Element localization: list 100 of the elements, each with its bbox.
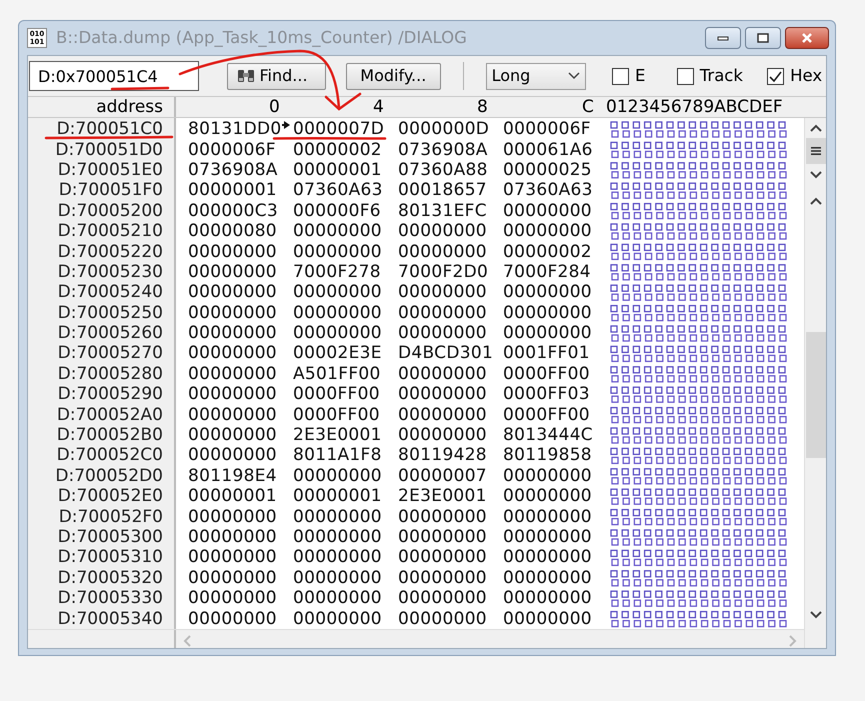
hex-cell: 000000F6 bbox=[293, 202, 381, 219]
hex-cell: 00000000 bbox=[398, 244, 487, 260]
checkbox[interactable]: E bbox=[612, 64, 677, 88]
hex-cell: 00000000 bbox=[503, 223, 592, 240]
address-cell: D:700052A0 bbox=[56, 406, 163, 423]
address-cell: D:70005310 bbox=[58, 549, 163, 566]
hex-cell: 00000025 bbox=[503, 162, 592, 178]
chevron-up-icon bbox=[808, 123, 822, 133]
hex-cell: 00000000 bbox=[188, 386, 277, 402]
hex-cell: 00000000 bbox=[503, 570, 592, 586]
address-cell: D:70005240 bbox=[58, 284, 163, 300]
hex-cell: 00000000 bbox=[293, 468, 382, 484]
address-cell: D:700051E0 bbox=[58, 162, 163, 178]
hex-cell: 00000000 bbox=[188, 366, 277, 382]
hex-cell: 00000000 bbox=[503, 284, 592, 300]
hex-cell: 00000000 bbox=[398, 406, 487, 423]
hex-cell: 07360A88 bbox=[398, 162, 488, 178]
hex-cell: 00000007 bbox=[398, 468, 487, 484]
address-cell: D:700052E0 bbox=[58, 488, 163, 504]
chevron-right-icon bbox=[788, 634, 798, 648]
checkbox[interactable]: Hex bbox=[767, 64, 826, 88]
hex-cell: 00000000 bbox=[398, 284, 487, 300]
hex-cell: 0000007D bbox=[293, 121, 384, 138]
modify-button[interactable]: Modify... bbox=[346, 62, 441, 90]
hex-cell: 00000000 bbox=[503, 304, 592, 321]
checkbox[interactable]: Track bbox=[676, 64, 768, 88]
hex-cell: 00000000 bbox=[293, 549, 382, 566]
maximize-icon bbox=[756, 32, 770, 44]
scroll-thumb[interactable] bbox=[806, 332, 826, 458]
column-header: 0123456789ABCDEF bbox=[605, 96, 783, 118]
hex-cell: 0000FF03 bbox=[503, 386, 590, 402]
hex-cell: 0000FF00 bbox=[293, 386, 380, 402]
column-header: 0 bbox=[269, 97, 280, 118]
hex-cell: 00000000 bbox=[188, 406, 277, 423]
hex-cell: 00000000 bbox=[188, 508, 277, 525]
hex-cell: 00000000 bbox=[293, 570, 382, 586]
hex-cell: 0001FF01 bbox=[503, 345, 590, 362]
hex-cell: 00000000 bbox=[293, 325, 382, 342]
hex-cell: 00000001 bbox=[188, 488, 277, 504]
hex-cell: 00000000 bbox=[293, 508, 382, 525]
hex-cell: 00000000 bbox=[503, 202, 592, 219]
hex-cell: 7000F2D0 bbox=[398, 264, 488, 280]
address-cell: D:70005340 bbox=[58, 610, 163, 627]
close-icon bbox=[800, 32, 814, 44]
close-button[interactable] bbox=[785, 27, 829, 49]
format-dropdown[interactable]: Long bbox=[486, 62, 586, 90]
hex-cell: 0000FF00 bbox=[293, 406, 380, 423]
hex-cell: 00000000 bbox=[293, 529, 382, 545]
minimize-button[interactable] bbox=[705, 27, 741, 49]
address-cell: D:70005280 bbox=[58, 366, 163, 382]
maximize-button[interactable] bbox=[745, 27, 781, 49]
find-button[interactable]: Find... bbox=[227, 62, 326, 90]
hex-cell: 000061A6 bbox=[503, 142, 593, 158]
address-cell: D:70005250 bbox=[58, 304, 163, 321]
column-header: C bbox=[582, 97, 594, 118]
binoculars-icon bbox=[236, 67, 256, 85]
hex-cell: 00000000 bbox=[188, 529, 277, 545]
chevron-left-icon bbox=[182, 634, 192, 648]
address-cell: D:700051D0 bbox=[55, 142, 163, 158]
address-cell: D:700052F0 bbox=[58, 508, 163, 525]
address-field[interactable]: D:0x700051C4 bbox=[29, 61, 199, 91]
address-cell: D:70005290 bbox=[58, 386, 163, 402]
hex-cell: D4BCD301 bbox=[398, 345, 494, 362]
hex-cell: 00000000 bbox=[503, 529, 592, 545]
hex-cell: 00000000 bbox=[188, 590, 277, 606]
hex-cell: 00000002 bbox=[293, 142, 382, 158]
address-cell: D:70005330 bbox=[58, 590, 163, 606]
arrow-icon bbox=[282, 121, 290, 129]
hex-cell: 00000000 bbox=[398, 529, 487, 545]
hex-cell: 00000000 bbox=[188, 549, 277, 566]
address-cell: D:700052B0 bbox=[56, 427, 163, 444]
address-cell: D:70005200 bbox=[58, 202, 163, 219]
hex-cell: 00000000 bbox=[398, 570, 487, 586]
hex-cell: 00000000 bbox=[398, 427, 487, 444]
hex-cell: 00000002 bbox=[503, 244, 592, 260]
hex-cell: 0000006F bbox=[503, 121, 591, 138]
hex-cell: 8013444C bbox=[503, 427, 593, 444]
hex-cell: 7000F284 bbox=[503, 264, 591, 280]
chevron-up-icon bbox=[808, 196, 822, 206]
hex-cell: 00000000 bbox=[503, 549, 592, 566]
hex-cell: 00000000 bbox=[503, 468, 592, 484]
hex-cell: 00000080 bbox=[188, 223, 277, 240]
hex-cell: A501FF00 bbox=[293, 366, 381, 382]
hex-cell: 00000000 bbox=[293, 284, 382, 300]
column-header: 8 bbox=[477, 97, 488, 118]
hex-cell: 0000006F bbox=[188, 142, 276, 158]
vertical-scrollbar[interactable] bbox=[804, 118, 826, 648]
hex-cell: 0000FF00 bbox=[503, 406, 590, 423]
hex-cell: 07360A63 bbox=[293, 182, 383, 198]
hex-cell: 00000000 bbox=[188, 284, 277, 300]
hex-cell: 00000000 bbox=[293, 304, 382, 321]
scroll-thumb[interactable] bbox=[806, 138, 826, 164]
hex-cell: 0000000D bbox=[398, 121, 490, 138]
address-cell: D:700052D0 bbox=[55, 468, 163, 484]
address-cell: D:70005270 bbox=[58, 345, 163, 362]
hex-cell: 00000000 bbox=[293, 223, 382, 240]
hex-cell: 00000000 bbox=[188, 264, 277, 280]
hex-cell: 2E3E0001 bbox=[398, 488, 487, 504]
checkmark-icon bbox=[768, 68, 784, 84]
minimize-icon bbox=[716, 34, 730, 42]
